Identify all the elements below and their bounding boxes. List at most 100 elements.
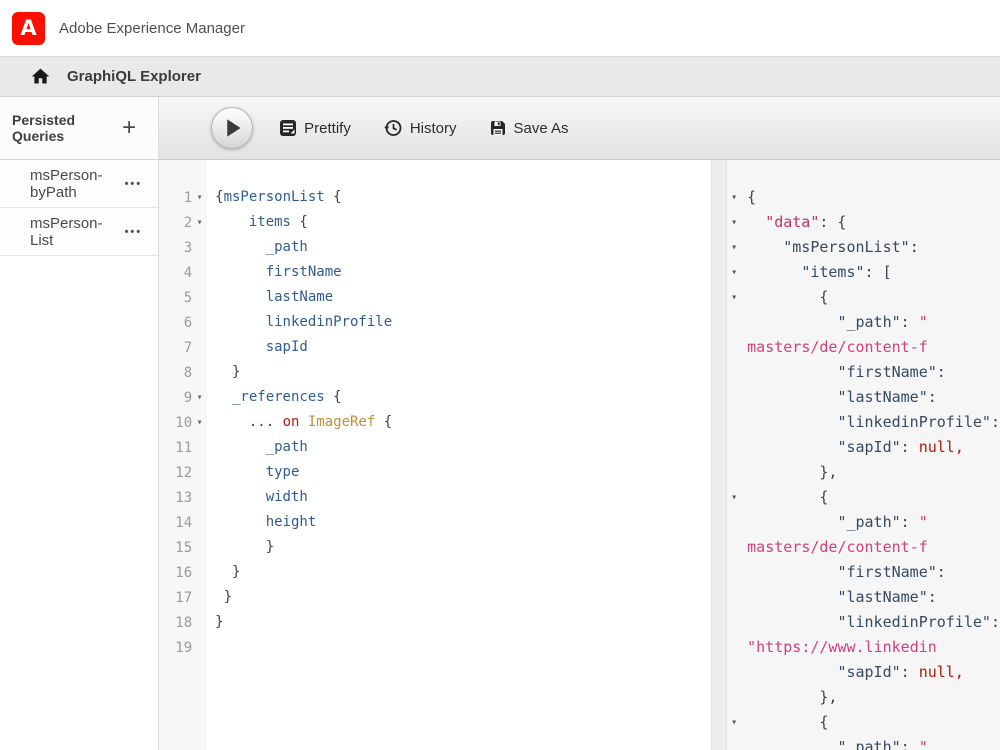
code-line-text: height xyxy=(215,510,316,535)
prettify-button[interactable]: Prettify xyxy=(279,119,351,137)
fold-toggle-icon[interactable]: ▾ xyxy=(192,392,207,403)
gutter-row: 11 xyxy=(159,435,207,460)
code-token: msPersonList xyxy=(224,189,325,205)
gutter-row: 3 xyxy=(159,235,207,260)
result-line-text: "https://www.linkedin xyxy=(747,635,937,660)
gutter-row: 4 xyxy=(159,260,207,285)
adobe-logo-icon: A xyxy=(12,12,45,45)
sidebar-item-msperson-list[interactable]: msPerson-List••• xyxy=(0,208,158,256)
code-token: "sapId" xyxy=(837,438,900,456)
code-line-text: {msPersonList { xyxy=(215,185,341,210)
code-token: linkedinProfile xyxy=(266,314,392,330)
code-line: sapId xyxy=(207,335,711,360)
result-line: "linkedinProfile": xyxy=(727,410,1000,435)
item-menu-ellipsis-icon[interactable]: ••• xyxy=(125,178,143,190)
code-line: _path xyxy=(207,235,711,260)
fold-toggle-icon[interactable]: ▾ xyxy=(731,285,737,310)
fold-toggle-icon[interactable]: ▾ xyxy=(731,210,737,235)
code-token: } xyxy=(232,364,240,380)
fold-toggle-icon[interactable]: ▾ xyxy=(731,485,737,510)
prettify-icon xyxy=(279,119,297,137)
code-token: _path xyxy=(266,439,308,455)
result-line-text: "linkedinProfile": xyxy=(747,610,1000,635)
home-icon[interactable] xyxy=(30,66,51,87)
code-line-text: _path xyxy=(215,435,308,460)
result-line: ▾{ xyxy=(727,185,1000,210)
adobe-logo-letter: A xyxy=(20,18,36,39)
history-clock-icon xyxy=(383,118,403,138)
result-line: }, xyxy=(727,685,1000,710)
fold-toggle-icon[interactable]: ▾ xyxy=(731,710,737,735)
code-token: "msPersonList" xyxy=(783,238,909,256)
code-token: { xyxy=(819,713,828,731)
nav-bar: GraphiQL Explorer xyxy=(0,57,1000,97)
gutter-row: 12 xyxy=(159,460,207,485)
result-line-text: "_path": " xyxy=(747,310,928,335)
line-number: 4 xyxy=(184,265,192,281)
save-as-button[interactable]: Save As xyxy=(489,119,569,137)
fold-toggle-icon[interactable]: ▾ xyxy=(731,185,737,210)
result-line-text: "sapId": null, xyxy=(747,435,964,460)
gutter-row: 5 xyxy=(159,285,207,310)
code-token: ... xyxy=(249,414,283,430)
gutter-row: 2▾ xyxy=(159,210,207,235)
gutter-row: 9▾ xyxy=(159,385,207,410)
history-button[interactable]: History xyxy=(383,118,457,138)
line-number: 17 xyxy=(175,590,192,606)
code-token: " xyxy=(919,738,928,750)
result-line: "linkedinProfile": xyxy=(727,610,1000,635)
code-token: }, xyxy=(819,688,837,706)
code-token: "linkedinProfile" xyxy=(837,613,991,631)
item-menu-ellipsis-icon[interactable]: ••• xyxy=(125,226,143,238)
gutter-row: 1▾ xyxy=(159,185,207,210)
gutter-row: 15 xyxy=(159,535,207,560)
result-line: ▾ "msPersonList": xyxy=(727,235,1000,260)
code-line: {msPersonList { xyxy=(207,185,711,210)
sidebar-item-msperson-bypath[interactable]: msPerson-byPath••• xyxy=(0,160,158,208)
toolbar: Prettify History xyxy=(159,97,1000,160)
result-line: masters/de/content-f xyxy=(727,535,1000,560)
query-editor[interactable]: {msPersonList {items {_pathfirstNamelast… xyxy=(207,160,711,750)
code-line-text: width xyxy=(215,485,308,510)
result-line: "sapId": null, xyxy=(727,660,1000,685)
save-floppy-icon xyxy=(489,119,507,137)
code-token: : xyxy=(928,588,937,606)
result-line-text: "msPersonList": xyxy=(747,235,919,260)
fold-toggle-icon[interactable]: ▾ xyxy=(192,192,207,203)
code-line-text: } xyxy=(215,560,240,585)
result-line-text: { xyxy=(747,285,828,310)
code-token: null, xyxy=(919,438,964,456)
code-token: sapId xyxy=(266,339,308,355)
code-token: "firstName" xyxy=(837,363,936,381)
code-token: }, xyxy=(819,463,837,481)
result-line: ▾{ xyxy=(727,710,1000,735)
fold-toggle-icon[interactable]: ▾ xyxy=(192,417,207,428)
result-line: "firstName": xyxy=(727,360,1000,385)
gutter-row: 17 xyxy=(159,585,207,610)
code-token: : xyxy=(991,413,1000,431)
line-number: 12 xyxy=(175,465,192,481)
code-token: "_path" xyxy=(837,513,900,531)
code-token: "linkedinProfile" xyxy=(837,413,991,431)
code-token: { xyxy=(325,189,342,205)
line-number: 5 xyxy=(184,290,192,306)
app-title: Adobe Experience Manager xyxy=(59,20,245,37)
execute-query-button[interactable] xyxy=(211,107,253,149)
result-line-text: { xyxy=(747,710,828,735)
code-token: width xyxy=(266,489,308,505)
page-title: GraphiQL Explorer xyxy=(67,68,201,85)
code-token: : xyxy=(991,613,1000,631)
fold-toggle-icon[interactable]: ▾ xyxy=(731,260,737,285)
line-number: 13 xyxy=(175,490,192,506)
add-query-button[interactable]: + xyxy=(118,116,140,140)
result-line-text: "_path": " xyxy=(747,510,928,535)
code-token: " xyxy=(919,513,928,531)
code-token: items xyxy=(249,214,291,230)
result-line-text: masters/de/content-f xyxy=(747,535,928,560)
pane-resize-divider[interactable] xyxy=(711,160,727,750)
code-line: linkedinProfile xyxy=(207,310,711,335)
fold-toggle-icon[interactable]: ▾ xyxy=(192,217,207,228)
fold-toggle-icon[interactable]: ▾ xyxy=(731,235,737,260)
result-line-text: }, xyxy=(747,460,837,485)
code-line: type xyxy=(207,460,711,485)
